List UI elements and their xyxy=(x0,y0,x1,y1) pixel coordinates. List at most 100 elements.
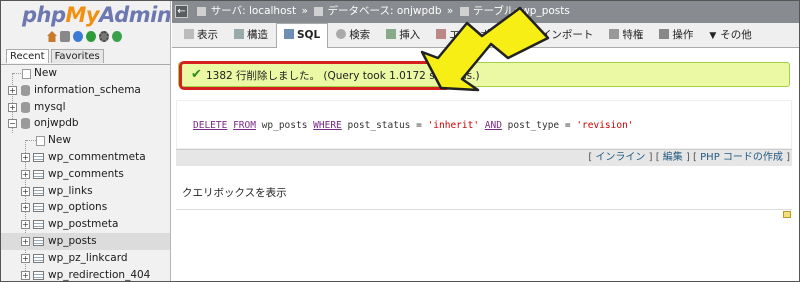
phpmyadmin-logo[interactable]: phpMyAdmin xyxy=(22,3,171,27)
quick-links xyxy=(47,31,122,42)
show-query-box-link[interactable]: クエリボックスを表示 xyxy=(182,185,287,200)
expand-icon[interactable]: + xyxy=(8,85,17,95)
tab-label: 操作 xyxy=(672,29,694,41)
tab-browse[interactable]: 表示 xyxy=(176,23,226,47)
breadcrumb-server[interactable]: サーバ: localhost xyxy=(211,5,296,17)
tree-item-information-schema[interactable]: + information_schema xyxy=(0,82,170,99)
expand-icon[interactable]: + xyxy=(21,203,30,213)
table-icon xyxy=(33,186,44,196)
server-icon xyxy=(197,6,207,16)
breadcrumb-table[interactable]: テーブル: wp_posts xyxy=(473,5,570,17)
database-icon xyxy=(21,101,30,113)
sql-string: 'inherit' xyxy=(427,120,480,131)
tab-label: 検索 xyxy=(349,29,371,41)
tree-item-wp-links[interactable]: + wp_links xyxy=(0,183,170,200)
tree-item-wp-postmeta[interactable]: + wp_postmeta xyxy=(0,216,170,233)
tree-item-label: wp_pz_linkcard xyxy=(48,251,128,264)
back-arrow-icon[interactable]: ← xyxy=(175,4,188,18)
sql-keyword[interactable]: DELETE xyxy=(193,120,227,131)
tree-item-wp-redirection-404[interactable]: + wp_redirection_404 xyxy=(0,267,170,282)
home-icon[interactable] xyxy=(47,31,57,42)
table-icon xyxy=(33,236,44,246)
bracket: ] [ xyxy=(648,152,660,163)
expand-icon[interactable]: + xyxy=(21,186,30,196)
sql-icon xyxy=(284,29,294,39)
expand-icon[interactable]: + xyxy=(21,152,30,162)
tree-item-mysql[interactable]: + mysql xyxy=(0,99,170,116)
database-icon xyxy=(21,118,30,130)
sql-keyword[interactable]: WHERE xyxy=(313,120,342,131)
database-icon xyxy=(314,6,324,16)
privileges-icon xyxy=(609,29,620,39)
export-icon xyxy=(436,29,447,39)
tree-item-wp-pz-linkcard[interactable]: + wp_pz_linkcard xyxy=(0,250,170,267)
reload-icon[interactable] xyxy=(112,31,122,42)
tab-recent[interactable]: Recent xyxy=(6,49,49,63)
breadcrumb-database[interactable]: データベース: onjwpdb xyxy=(328,5,442,17)
collapse-icon[interactable]: − xyxy=(8,119,17,129)
expand-icon[interactable]: + xyxy=(21,236,30,246)
new-icon xyxy=(36,136,45,147)
tree-item-label: wp_posts xyxy=(48,234,97,247)
tab-label: 挿入 xyxy=(399,29,421,41)
breadcrumb-separator: » xyxy=(301,5,308,17)
navigation-panel: phpMyAdmin Recent Favorites New + inform… xyxy=(0,0,171,282)
sql-condition: post_status = xyxy=(341,120,428,131)
tree-item-label: mysql xyxy=(34,100,66,113)
dropdown-triangle-icon: ▼ xyxy=(709,31,717,41)
red-highlight-box xyxy=(179,61,451,90)
tree-item-wp-options[interactable]: + wp_options xyxy=(0,199,170,216)
main-panel: ← サーバ: localhost » データベース: onjwpdb » テーブ… xyxy=(172,0,800,282)
tab-operations[interactable]: 操作 xyxy=(651,23,701,47)
logo-admin: Admin xyxy=(99,3,171,27)
exit-icon[interactable] xyxy=(60,31,70,42)
sql-query-display: DELETE FROM wp_posts WHERE post_status =… xyxy=(176,100,792,149)
table-icon xyxy=(33,203,44,213)
tree-item-wp-commentmeta[interactable]: + wp_commentmeta xyxy=(0,149,170,166)
query-links-bar: [ インライン ] [ 編集 ] [ PHP コードの作成 ] xyxy=(176,149,792,166)
tree-item-new-db[interactable]: New xyxy=(0,65,170,82)
tree-item-new-table[interactable]: New xyxy=(0,132,170,149)
tab-export[interactable]: エクスポート xyxy=(428,23,520,47)
tree-item-wp-posts[interactable]: + wp_posts xyxy=(0,232,170,250)
tree-item-wp-comments[interactable]: + wp_comments xyxy=(0,166,170,183)
create-php-code-link[interactable]: PHP コードの作成 xyxy=(700,152,783,163)
tree-item-label: onjwpdb xyxy=(34,117,79,130)
tab-structure[interactable]: 構造 xyxy=(226,23,276,47)
tab-label: SQL xyxy=(297,29,321,41)
console-icon[interactable] xyxy=(783,211,791,218)
breadcrumb-separator: » xyxy=(446,5,454,17)
expand-icon[interactable]: + xyxy=(21,253,30,263)
table-icon xyxy=(33,152,44,162)
expand-icon[interactable]: + xyxy=(21,169,30,179)
expand-icon[interactable]: + xyxy=(21,220,30,230)
tab-search[interactable]: 検索 xyxy=(328,23,378,47)
sql-keyword[interactable]: FROM xyxy=(233,120,256,131)
tree-item-onjwpdb[interactable]: − onjwpdb xyxy=(0,115,170,132)
tab-privileges[interactable]: 特権 xyxy=(601,23,651,47)
tab-sql[interactable]: SQL xyxy=(276,23,329,48)
tree-item-label: wp_commentmeta xyxy=(48,150,146,163)
table-icon xyxy=(33,253,44,263)
sql-keyword[interactable]: AND xyxy=(485,120,502,131)
tree-item-label: information_schema xyxy=(34,83,141,96)
docs-icon[interactable] xyxy=(73,31,83,42)
tab-favorites[interactable]: Favorites xyxy=(50,49,104,63)
tab-label: インポート xyxy=(540,29,594,41)
tree-item-label: wp_redirection_404 xyxy=(48,268,151,281)
settings-icon[interactable] xyxy=(99,31,109,42)
tree-item-label: wp_links xyxy=(48,184,93,197)
tab-label: 構造 xyxy=(247,29,268,41)
structure-icon xyxy=(234,29,244,39)
expand-icon[interactable]: + xyxy=(21,270,30,280)
inline-edit-link[interactable]: インライン xyxy=(595,152,645,163)
tree-item-label: wp_postmeta xyxy=(48,218,119,231)
search-icon xyxy=(336,29,347,39)
edit-link[interactable]: 編集 xyxy=(663,152,683,163)
expand-icon[interactable]: + xyxy=(8,102,17,112)
table-icon xyxy=(33,270,44,280)
tab-more[interactable]: ▼ その他 xyxy=(701,23,759,47)
help-icon[interactable] xyxy=(86,31,96,42)
tab-insert[interactable]: 挿入 xyxy=(378,23,428,47)
tab-import[interactable]: インポート xyxy=(520,23,602,47)
